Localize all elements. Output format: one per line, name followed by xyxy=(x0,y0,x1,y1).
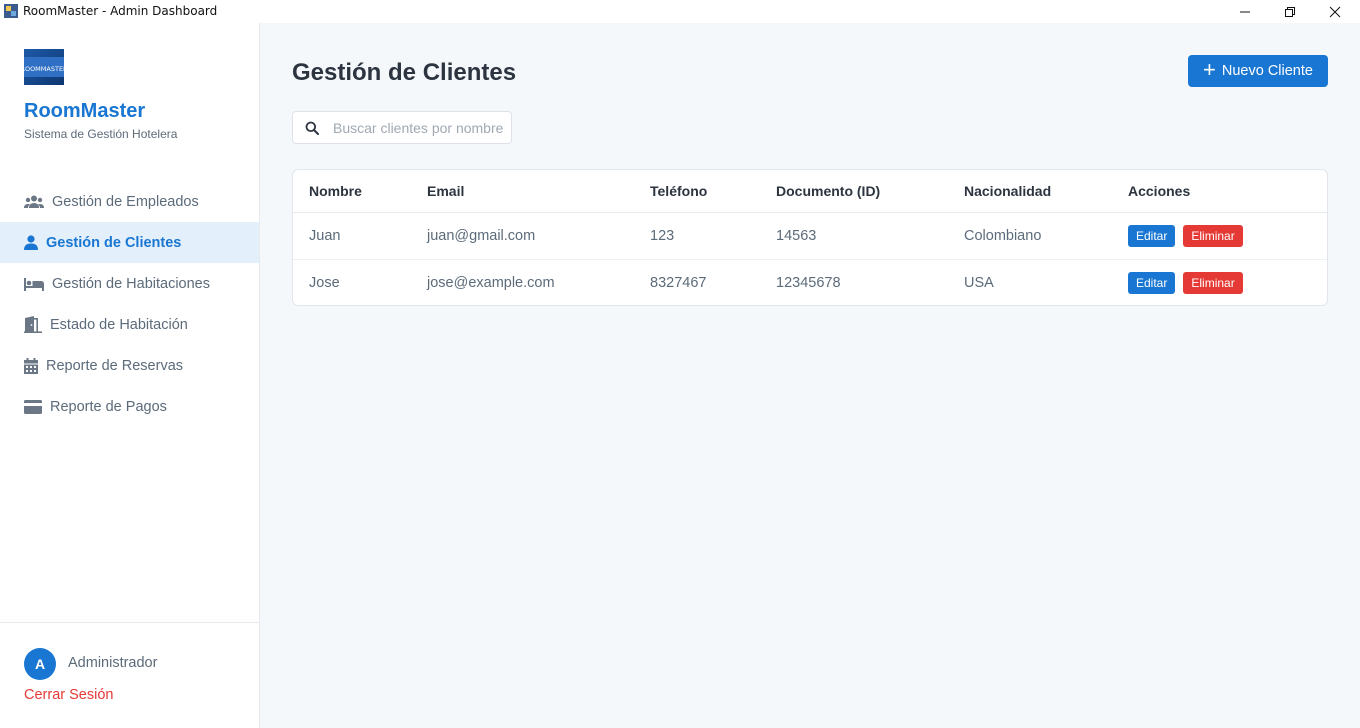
cell-documento: 14563 xyxy=(760,212,948,260)
edit-button[interactable]: Editar xyxy=(1128,224,1176,247)
brand-name: RoomMaster xyxy=(24,100,146,122)
cell-documento: 12345678 xyxy=(776,274,841,291)
table-row: Jose jose@example.com 8327467 12345678 U… xyxy=(293,259,1327,305)
credit-card-icon xyxy=(24,398,44,416)
cell-telefono: 123 xyxy=(634,212,760,260)
delete-button[interactable]: Eliminar xyxy=(1183,224,1243,247)
table-header-row: Nombre Email Teléfono Documento (ID) Nac… xyxy=(293,170,1327,213)
sidebar-item-label: Gestión de Empleados xyxy=(52,193,199,210)
delete-button[interactable]: Eliminar xyxy=(1183,271,1243,294)
sidebar-item-label: Gestión de Clientes xyxy=(46,234,182,251)
clients-table: Nombre Email Teléfono Documento (ID) Nac… xyxy=(292,169,1328,306)
close-button[interactable] xyxy=(1312,0,1358,23)
app-icon xyxy=(4,4,18,18)
cell-acciones: Editar Eliminar xyxy=(1112,259,1327,305)
sidebar-item-habitaciones[interactable]: Gestión de Habitaciones xyxy=(0,263,259,304)
cell-telefono: 8327467 xyxy=(650,274,707,291)
column-header-nacionalidad: Nacionalidad xyxy=(948,170,1112,213)
edit-button[interactable]: Editar xyxy=(1128,271,1176,294)
sidebar-footer: A Administrador Cerrar Sesión xyxy=(0,622,259,728)
search-input[interactable] xyxy=(333,119,503,136)
user-name: Administrador xyxy=(68,655,158,671)
logout-link[interactable]: Cerrar Sesión xyxy=(24,687,113,703)
page-title: Gestión de Clientes xyxy=(292,59,517,86)
restore-button[interactable] xyxy=(1267,0,1313,23)
door-icon xyxy=(24,316,44,334)
search-icon xyxy=(305,121,319,135)
new-client-label: Nuevo Cliente xyxy=(1221,63,1313,79)
sidebar-item-label: Reporte de Reservas xyxy=(46,357,184,374)
window-title: RoomMaster - Admin Dashboard xyxy=(23,4,218,18)
sidebar-item-pagos[interactable]: Reporte de Pagos xyxy=(0,386,259,427)
sidebar-item-reservas[interactable]: Reporte de Reservas xyxy=(0,345,259,386)
sidebar-item-empleados[interactable]: Gestión de Empleados xyxy=(0,181,259,222)
main-content: Gestión de Clientes + Nuevo Cliente Nomb… xyxy=(260,23,1360,728)
sidebar: ROOMMASTER RoomMaster Sistema de Gestión… xyxy=(0,23,260,728)
cell-nombre: Jose xyxy=(309,274,340,291)
roommaster-logo: ROOMMASTER xyxy=(24,49,64,85)
table-row: Juan juan@gmail.com 123 14563 Colombiano… xyxy=(293,212,1327,260)
column-header-email: Email xyxy=(411,170,634,213)
cell-email: jose@example.com xyxy=(427,274,555,291)
minimize-icon xyxy=(1240,11,1250,12)
column-header-acciones: Acciones xyxy=(1112,170,1327,213)
column-header-telefono: Teléfono xyxy=(634,170,760,213)
new-client-button[interactable]: + Nuevo Cliente xyxy=(1188,55,1328,87)
cell-nacionalidad: Colombiano xyxy=(948,212,1112,260)
sidebar-nav: Gestión de Empleados Gestión de Clientes… xyxy=(0,181,259,427)
sidebar-item-label: Reporte de Pagos xyxy=(50,398,167,415)
avatar: A xyxy=(24,648,56,680)
sidebar-item-clientes[interactable]: Gestión de Clientes xyxy=(0,222,259,263)
cell-acciones: Editar Eliminar xyxy=(1112,212,1327,260)
sidebar-item-estado[interactable]: Estado de Habitación xyxy=(0,304,259,345)
calendar-icon xyxy=(24,357,40,375)
brand-subtitle: Sistema de Gestión Hotelera xyxy=(24,127,178,141)
restore-icon xyxy=(1285,6,1295,17)
bed-icon xyxy=(24,275,46,293)
search-box xyxy=(292,111,512,144)
user-icon xyxy=(24,234,40,252)
cell-email: juan@gmail.com xyxy=(411,212,634,260)
column-header-nombre: Nombre xyxy=(293,170,411,213)
svg-text:ROOMMASTER: ROOMMASTER xyxy=(24,65,64,73)
users-icon xyxy=(24,193,46,211)
cell-nombre: Juan xyxy=(293,212,411,260)
sidebar-item-label: Gestión de Habitaciones xyxy=(52,275,210,292)
close-icon xyxy=(1329,6,1341,17)
minimize-button[interactable] xyxy=(1222,0,1268,23)
column-header-documento: Documento (ID) xyxy=(760,170,948,213)
plus-icon: + xyxy=(1203,57,1216,82)
window-titlebar: RoomMaster - Admin Dashboard xyxy=(0,0,1360,23)
sidebar-item-label: Estado de Habitación xyxy=(50,316,188,333)
cell-nacionalidad: USA xyxy=(964,274,994,291)
